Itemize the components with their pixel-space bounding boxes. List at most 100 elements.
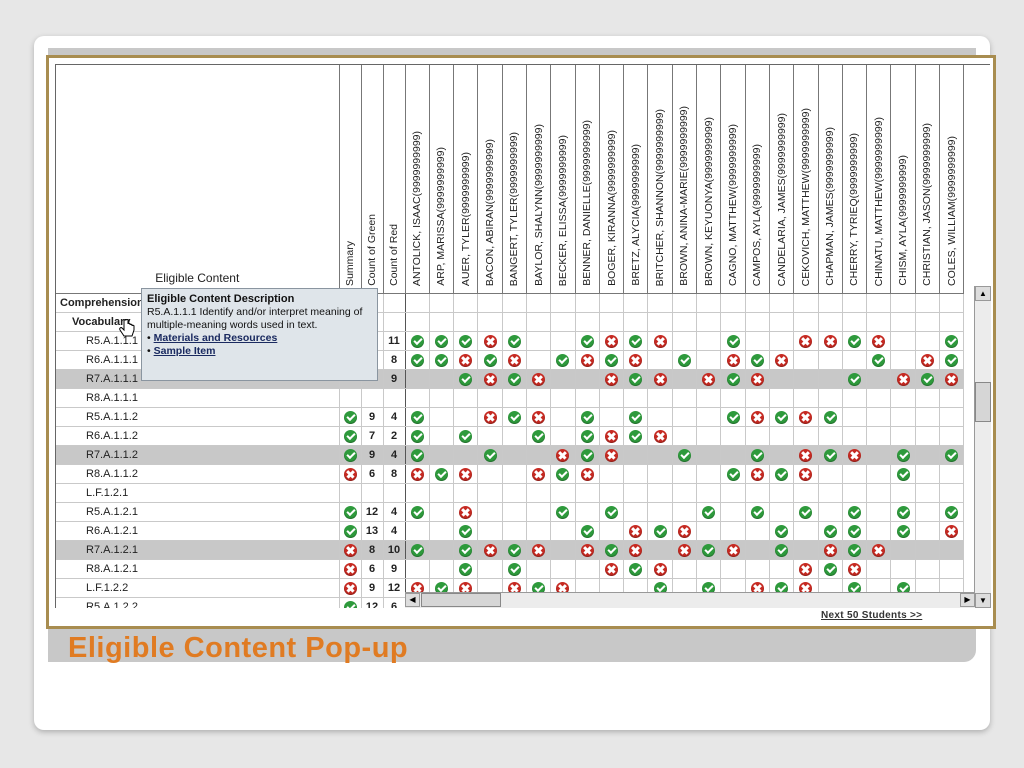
- student-result-cell: [550, 445, 576, 465]
- green-check-icon: [580, 410, 594, 424]
- red-x-icon: [483, 410, 497, 424]
- count-red-cell: 9: [383, 369, 406, 389]
- student-column-header: BENNER, DANIELLE(9999999999): [575, 65, 600, 294]
- eligible-content-label[interactable]: R8.A.1.2.1: [56, 559, 340, 579]
- eligible-content-label[interactable]: R5.A.1.2.1: [56, 502, 340, 522]
- summary-cell: [339, 540, 362, 560]
- student-result-cell: [623, 540, 649, 560]
- green-check-icon: [872, 353, 886, 367]
- student-result-cell: [429, 559, 455, 579]
- student-result-cell: [915, 293, 941, 313]
- student-result-cell: [866, 483, 892, 503]
- student-result-cell: [866, 540, 892, 560]
- green-check-icon: [653, 524, 667, 538]
- scroll-up-button[interactable]: ▲: [975, 286, 991, 301]
- student-result-cell: [818, 331, 843, 351]
- count-green-header: Count of Green: [361, 65, 384, 294]
- student-column-header-label: BROWN, KEYUONYA(9999999999): [702, 116, 715, 286]
- green-check-icon: [410, 410, 424, 424]
- green-check-icon: [945, 353, 959, 367]
- red-x-icon: [629, 524, 643, 538]
- student-column-header-label: ARP, MARISSA(9999999999): [435, 147, 448, 286]
- student-result-cell: [720, 483, 746, 503]
- student-result-cell: [550, 483, 576, 503]
- eligible-content-label[interactable]: R6.A.1.2.1: [56, 521, 340, 541]
- green-check-icon: [750, 448, 764, 462]
- student-result-cell: [526, 426, 552, 446]
- student-result-cell: [599, 464, 625, 484]
- red-x-icon: [507, 353, 521, 367]
- eligible-content-label[interactable]: R8.A.1.1.1: [56, 388, 340, 408]
- student-result-cell: [526, 388, 552, 408]
- student-result-cell: [623, 293, 649, 313]
- eligible-content-label[interactable]: R5.A.1.1.2: [56, 407, 340, 427]
- eligible-content-label[interactable]: R6.A.1.1.2: [56, 426, 340, 446]
- student-result-cell: [842, 426, 868, 446]
- eligible-content-label[interactable]: R8.A.1.1.2: [56, 464, 340, 484]
- student-result-cell: [890, 312, 916, 332]
- student-result-cell: [550, 369, 576, 389]
- scroll-right-button[interactable]: ▶: [960, 593, 975, 607]
- red-x-icon: [580, 353, 594, 367]
- horizontal-scrollbar[interactable]: ◀ ▶: [405, 592, 975, 608]
- red-x-icon: [799, 448, 813, 462]
- summary-cell: [339, 578, 362, 598]
- student-result-cell: [575, 331, 600, 351]
- student-result-cell: [793, 464, 819, 484]
- student-result-cell: [842, 464, 868, 484]
- student-result-cell: [866, 312, 892, 332]
- vertical-scroll-thumb[interactable]: [975, 382, 991, 422]
- materials-resources-link[interactable]: Materials and Resources: [154, 332, 278, 344]
- student-result-cell: [502, 540, 527, 560]
- student-column-header-label: CHAPMAN, JAMES(9999999999): [824, 127, 837, 286]
- student-result-cell: [818, 559, 843, 579]
- student-result-cell: [890, 369, 916, 389]
- sample-item-link[interactable]: Sample Item: [154, 345, 216, 357]
- scroll-left-button[interactable]: ◀: [405, 593, 420, 607]
- green-check-icon: [823, 562, 837, 576]
- student-result-cell: [866, 350, 892, 370]
- student-result-cell: [575, 445, 600, 465]
- student-result-cell: [405, 331, 430, 351]
- green-check-icon: [945, 448, 959, 462]
- eligible-content-label[interactable]: R5.A.1.2.2: [56, 597, 340, 608]
- table-row: L.F.1.2.1: [56, 483, 965, 503]
- horizontal-scroll-thumb[interactable]: [421, 593, 501, 607]
- red-x-icon: [726, 543, 740, 557]
- red-x-icon: [532, 467, 546, 481]
- student-result-cell: [818, 483, 843, 503]
- vertical-scrollbar[interactable]: ▲ ▼: [974, 286, 991, 608]
- next-50-students-link[interactable]: Next 50 Students >>: [821, 610, 922, 621]
- student-result-cell: [647, 312, 673, 332]
- student-result-cell: [866, 464, 892, 484]
- student-result-cell: [599, 540, 625, 560]
- student-result-cell: [939, 388, 965, 408]
- student-result-cell: [890, 388, 916, 408]
- student-result-cell: [793, 559, 819, 579]
- eligible-content-label[interactable]: R7.A.1.2.1: [56, 540, 340, 560]
- student-result-cell: [550, 540, 576, 560]
- count-red-cell: [383, 388, 406, 408]
- student-result-cell: [623, 407, 649, 427]
- student-result-cell: [696, 426, 722, 446]
- eligible-content-label[interactable]: R7.A.1.1.2: [56, 445, 340, 465]
- table-row: R5.A.1.2.1 12 4: [56, 502, 965, 522]
- student-result-cell: [745, 350, 770, 370]
- green-check-icon: [434, 467, 448, 481]
- green-check-icon: [847, 334, 861, 348]
- student-result-cell: [866, 331, 892, 351]
- eligible-content-label[interactable]: L.F.1.2.1: [56, 483, 340, 503]
- scroll-down-button[interactable]: ▼: [975, 593, 991, 608]
- summary-header: Summary: [339, 65, 362, 294]
- student-result-cell: [672, 312, 698, 332]
- student-result-cell: [453, 426, 479, 446]
- green-check-icon: [726, 410, 740, 424]
- green-check-icon: [483, 353, 497, 367]
- student-result-cell: [915, 559, 941, 579]
- student-column-header: CHAPMAN, JAMES(9999999999): [818, 65, 843, 294]
- student-result-cell: [429, 312, 455, 332]
- eligible-content-label[interactable]: L.F.1.2.2: [56, 578, 340, 598]
- student-column-header: CHERRY, TYRIEQ(9999999999): [842, 65, 868, 294]
- student-result-cell: [720, 312, 746, 332]
- student-result-cell: [818, 445, 843, 465]
